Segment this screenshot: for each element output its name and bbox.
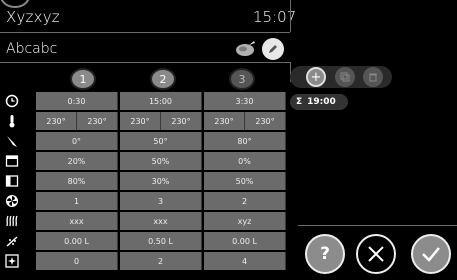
program-name[interactable]: Abcabc (6, 41, 57, 57)
step-2-fan[interactable]: 3 (120, 192, 202, 210)
step-2-button[interactable]: 2 (150, 68, 176, 90)
step-2-temp-b[interactable]: 230° (161, 112, 202, 130)
water-spray-icon (4, 233, 20, 249)
row-mode: xxx xxx xyz (36, 212, 286, 230)
humidity-icon (4, 153, 20, 169)
thermometer-icon (4, 113, 20, 129)
vent-icon (4, 173, 20, 189)
step-3-temp-a[interactable]: 230° (204, 112, 245, 130)
step-2-humidity[interactable]: 50% (120, 152, 202, 170)
heating-icon (4, 213, 20, 229)
sum-symbol: Σ (296, 97, 303, 107)
fan-icon (4, 193, 20, 209)
row-fan: 1 3 2 (36, 192, 286, 210)
step-2-vent[interactable]: 30% (120, 172, 202, 190)
row-vent: 80% 30% 50% (36, 172, 286, 190)
step-2-core[interactable]: 50° (120, 132, 202, 150)
header-right-divider (290, 0, 291, 32)
checkmark-icon (422, 247, 440, 262)
row-extra: 0 2 4 (36, 252, 286, 270)
clock-icon (4, 93, 20, 109)
step-3-core[interactable]: 80° (204, 132, 286, 150)
close-icon (368, 246, 384, 262)
row-humidity: 20% 50% 0% (36, 152, 286, 170)
step-2-mode[interactable]: xxx (120, 212, 202, 230)
step-3-humidity[interactable]: 0% (204, 152, 286, 170)
step-3-fan[interactable]: 2 (204, 192, 286, 210)
step-1-humidity[interactable]: 20% (36, 152, 118, 170)
copy-step-button[interactable] (335, 67, 355, 87)
copy-icon (340, 72, 350, 82)
step-1-water[interactable]: 0.00 L (36, 232, 118, 250)
step-3-time[interactable]: 3:30 (204, 92, 286, 110)
clock-time: 15:07 (253, 8, 297, 26)
step-3-temp-b[interactable]: 230° (245, 112, 286, 130)
step-3-mode[interactable]: xyz (204, 212, 286, 230)
step-2-water[interactable]: 0.50 L (120, 232, 202, 250)
delete-step-button[interactable] (363, 67, 383, 87)
step-3-vent[interactable]: 50% (204, 172, 286, 190)
step-1-core[interactable]: 0° (36, 132, 118, 150)
confirm-button[interactable] (411, 234, 451, 274)
row-core: 0° 50° 80° (36, 132, 286, 150)
row-water: 0.00 L 0.50 L 0.00 L (36, 232, 286, 250)
program-divider (0, 62, 290, 63)
total-time-badge: Σ 19:00 (290, 94, 348, 110)
header-divider (0, 32, 290, 33)
step-1-vent[interactable]: 80% (36, 172, 118, 190)
step-3-water[interactable]: 0.00 L (204, 232, 286, 250)
help-button[interactable]: ? (305, 234, 345, 274)
step-1-temp-a[interactable]: 230° (36, 112, 77, 130)
step-2-extra[interactable]: 2 (120, 252, 202, 270)
step-3-button[interactable]: 3 (229, 68, 255, 90)
step-1-fan[interactable]: 1 (36, 192, 118, 210)
step-1-mode[interactable]: xxx (36, 212, 118, 230)
edit-pencil-button[interactable] (262, 38, 284, 60)
cancel-button[interactable] (356, 234, 396, 274)
question-icon: ? (320, 244, 330, 264)
step-parameter-grid: 0:30 15:00 3:30 230° 230° 230° 230° 230°… (36, 92, 286, 272)
special-mode-icon (4, 253, 20, 269)
step-1-extra[interactable]: 0 (36, 252, 118, 270)
core-probe-icon (4, 133, 20, 149)
trash-icon (369, 73, 377, 82)
brand-logo-arc (0, 0, 30, 8)
meat-category-icon[interactable] (234, 40, 256, 58)
row-time: 0:30 15:00 3:30 (36, 92, 286, 110)
step-2-time[interactable]: 15:00 (120, 92, 202, 110)
step-2-temp-a[interactable]: 230° (120, 112, 161, 130)
step-1-time[interactable]: 0:30 (36, 92, 118, 110)
row-temperature: 230° 230° 230° 230° 230° 230° (36, 112, 286, 130)
step-1-temp-b[interactable]: 230° (77, 112, 118, 130)
add-step-button[interactable]: + (306, 67, 326, 87)
step-3-extra[interactable]: 4 (204, 252, 286, 270)
pencil-icon (269, 45, 277, 53)
total-time-value: 19:00 (307, 97, 336, 107)
plus-icon: + (310, 69, 322, 85)
page-title: Xyzxyz (6, 8, 60, 26)
step-1-button[interactable]: 1 (70, 68, 96, 90)
